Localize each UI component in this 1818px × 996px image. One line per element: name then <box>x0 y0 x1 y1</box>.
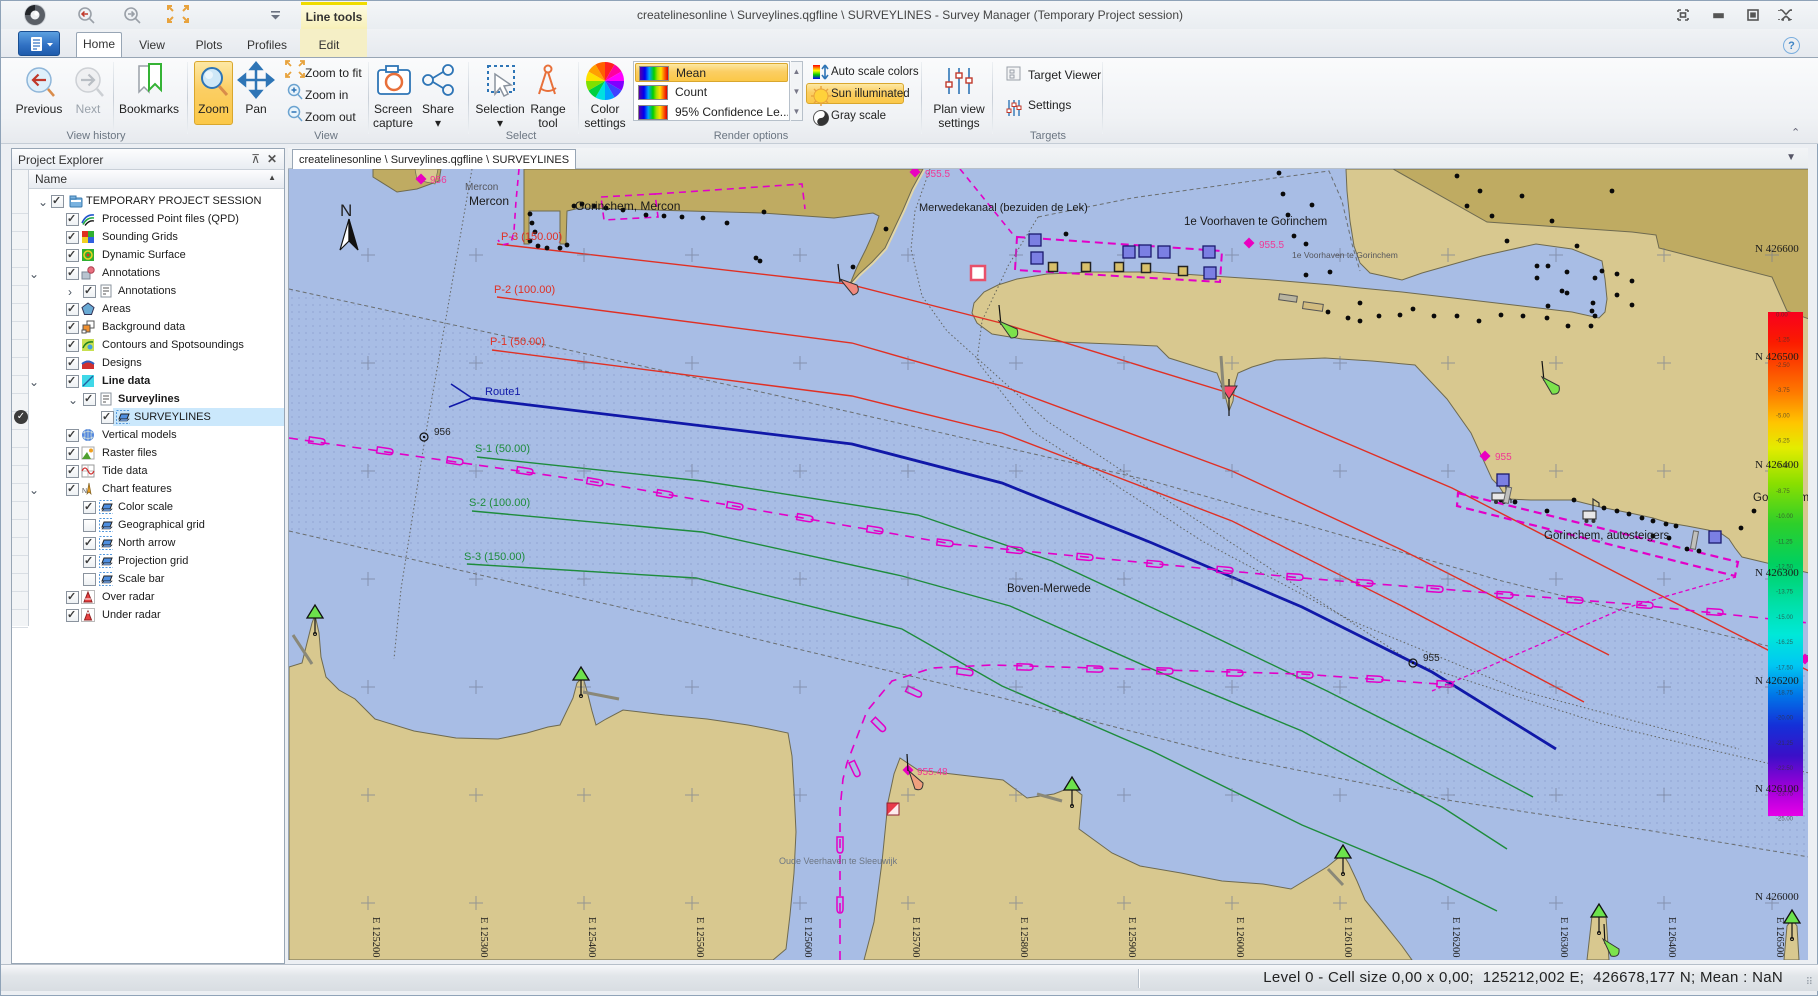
svg-text:-10.00: -10.00 <box>1776 514 1794 520</box>
svg-text:Oude Veerhaven te Sleeuwijk: Oude Veerhaven te Sleeuwijk <box>779 856 898 866</box>
svg-text:955: 955 <box>1423 653 1440 664</box>
svg-text:P-2 (100.00): P-2 (100.00) <box>494 284 555 296</box>
svg-text:0.00: 0.00 <box>1776 313 1788 319</box>
svg-text:P-1 (50.00): P-1 (50.00) <box>490 336 545 348</box>
svg-text:E 126300: E 126300 <box>1558 917 1569 958</box>
svg-text:E 126100: E 126100 <box>1342 917 1353 958</box>
svg-text:-8.75: -8.75 <box>1776 489 1790 495</box>
svg-text:N: N <box>82 488 87 495</box>
svg-text:S-3 (150.00): S-3 (150.00) <box>464 551 525 563</box>
svg-text:E 126400: E 126400 <box>1666 917 1677 958</box>
svg-text:E 125300: E 125300 <box>478 917 489 958</box>
svg-text:-22.50: -22.50 <box>1776 766 1794 772</box>
svg-text:956: 956 <box>430 175 447 186</box>
svg-text:E 126000: E 126000 <box>1234 917 1245 958</box>
svg-text:E 125800: E 125800 <box>1018 917 1029 958</box>
svg-text:N 426200: N 426200 <box>1755 675 1799 687</box>
svg-text:955.5: 955.5 <box>1259 240 1284 251</box>
svg-text:-21.25: -21.25 <box>1776 741 1794 747</box>
svg-text:E 126200: E 126200 <box>1450 917 1461 958</box>
svg-text:955: 955 <box>1495 452 1512 463</box>
svg-text:S-1 (50.00): S-1 (50.00) <box>475 443 530 455</box>
svg-text:N 426300: N 426300 <box>1755 567 1799 579</box>
svg-text:Gorinchem, Mercon: Gorinchem, Mercon <box>575 199 680 213</box>
svg-text:-20.00: -20.00 <box>1776 716 1794 722</box>
svg-text:-13.75: -13.75 <box>1776 590 1794 596</box>
svg-text:E 126500: E 126500 <box>1774 917 1785 958</box>
svg-text:956: 956 <box>434 427 451 438</box>
svg-text:955.5: 955.5 <box>925 169 950 180</box>
svg-text:1e Voorhaven te Gorinchem: 1e Voorhaven te Gorinchem <box>1292 250 1398 260</box>
svg-text:Gorinchem, autosteigers: Gorinchem, autosteigers <box>1544 530 1670 542</box>
svg-text:-17.50: -17.50 <box>1776 665 1794 671</box>
svg-text:-5.00: -5.00 <box>1776 413 1790 419</box>
svg-text:Route1: Route1 <box>485 386 520 398</box>
svg-text:-25.00: -25.00 <box>1776 817 1794 823</box>
svg-text:N 426000: N 426000 <box>1755 891 1799 903</box>
svg-text:-1.25: -1.25 <box>1776 338 1790 344</box>
svg-text:N 426100: N 426100 <box>1755 783 1799 795</box>
svg-text:Boven-Merwede: Boven-Merwede <box>1007 583 1091 595</box>
svg-text:E 125900: E 125900 <box>1126 917 1137 958</box>
svg-text:N 426400: N 426400 <box>1755 459 1799 471</box>
svg-text:N 426600: N 426600 <box>1755 243 1799 255</box>
svg-text:E 125700: E 125700 <box>910 917 921 958</box>
svg-text:E 125600: E 125600 <box>802 917 813 958</box>
svg-text:N: N <box>340 201 352 220</box>
svg-text:-18.75: -18.75 <box>1776 691 1794 697</box>
svg-text:-2.50: -2.50 <box>1776 363 1790 369</box>
svg-text:E 125500: E 125500 <box>694 917 705 958</box>
svg-text:E 125200: E 125200 <box>370 917 381 958</box>
svg-text:-11.25: -11.25 <box>1776 539 1793 545</box>
svg-text:E 125400: E 125400 <box>586 917 597 958</box>
svg-text:955.48: 955.48 <box>917 767 948 778</box>
svg-text:-6.25: -6.25 <box>1776 439 1790 445</box>
svg-text:N 426500: N 426500 <box>1755 351 1799 363</box>
svg-text:-16.25: -16.25 <box>1776 640 1794 646</box>
svg-text:Mercon: Mercon <box>465 182 498 193</box>
svg-text:S-2 (100.00): S-2 (100.00) <box>469 497 530 509</box>
svg-text:-15.00: -15.00 <box>1776 615 1794 621</box>
svg-text:-3.75: -3.75 <box>1776 388 1790 394</box>
svg-text:1e Voorhaven te Gorinchem: 1e Voorhaven te Gorinchem <box>1184 216 1327 228</box>
svg-text:P-3 (150.00): P-3 (150.00) <box>501 231 562 243</box>
svg-text:Merwedekanaal (bezuiden de Lek: Merwedekanaal (bezuiden de Lek) <box>919 202 1088 214</box>
svg-text:Mercon: Mercon <box>469 194 509 208</box>
